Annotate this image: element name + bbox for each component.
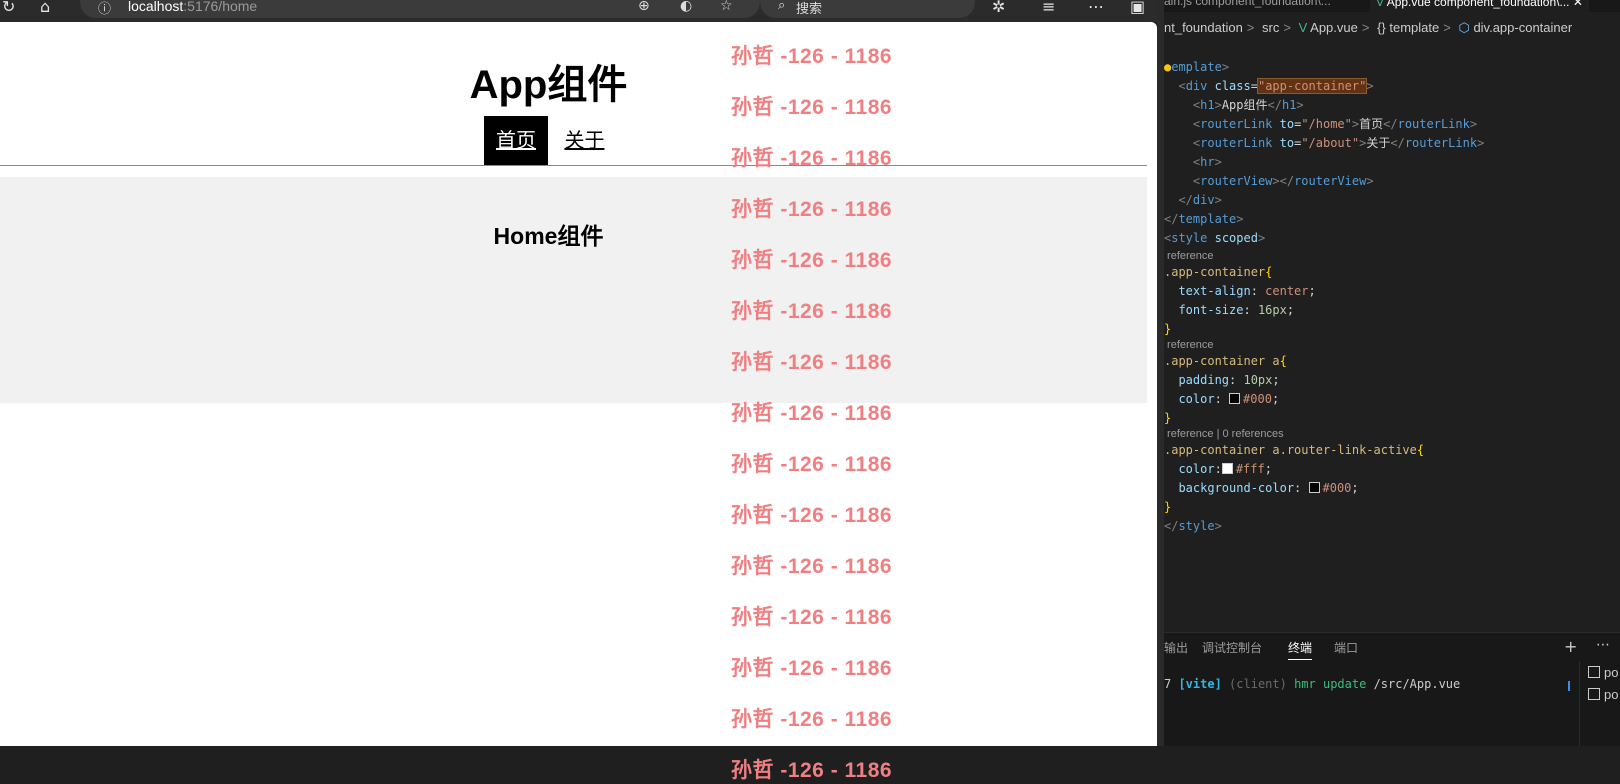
terminal-icon <box>1588 688 1600 700</box>
codelens-references[interactable]: reference <box>1164 338 1213 352</box>
code-line: <routerLink to="/home">首页</routerLink> <box>1192 117 1478 131</box>
favorites-bar-icon[interactable]: ≡ <box>1042 0 1055 15</box>
refresh-icon[interactable]: ↻ <box>2 0 15 15</box>
search-box[interactable]: ⌕ 搜索 <box>760 0 975 18</box>
watermark-text: 孙哲 -126 - 1186 <box>731 759 893 782</box>
code-line: </div> <box>1178 193 1222 207</box>
nav-link-home[interactable]: 首页 <box>484 116 548 166</box>
color-swatch[interactable] <box>1229 393 1241 404</box>
extensions-icon[interactable]: ✲ <box>992 0 1005 15</box>
code-line: background-color: #000; <box>1178 481 1359 495</box>
home-component: Home组件 <box>0 177 1147 403</box>
add-terminal-icon[interactable]: + <box>1564 637 1577 656</box>
code-line: .app-container a{ <box>1164 354 1287 368</box>
zoom-icon[interactable]: ⊕ <box>638 0 650 14</box>
code-line: color: #fff; <box>1178 462 1272 476</box>
code-line: padding: 10px; <box>1178 373 1280 387</box>
breadcrumb-item[interactable]: div.app-container <box>1473 20 1572 35</box>
edge-icon[interactable]: ◐ <box>680 0 692 14</box>
code-line: .app-container a.router-link-active{ <box>1164 443 1425 457</box>
code-line: color: #000; <box>1178 392 1280 406</box>
code-line: <style scoped> <box>1164 231 1266 245</box>
code-line: <routerLink to="/about">关于</routerLink> <box>1192 136 1485 150</box>
code-line: </style> <box>1164 519 1222 533</box>
nav-link-about[interactable]: 关于 <box>552 116 616 166</box>
tab-app-vue[interactable]: V App.vue component_foundation\... ✕ <box>1370 0 1589 13</box>
tab-debug-console[interactable]: 调试控制台 <box>1202 639 1262 656</box>
code-editor: ain.js component_foundation\... V App.vu… <box>1164 0 1620 746</box>
codelens-references[interactable]: reference <box>1164 249 1213 263</box>
terminal-scroll-indicator <box>1568 681 1570 691</box>
address-bar[interactable]: ⓘ localhost:5176/home ⊕ ◐ ☆ <box>80 0 760 18</box>
favorite-icon[interactable]: ☆ <box>720 0 733 14</box>
code-line: ●emplate> <box>1164 60 1230 74</box>
breadcrumb-item[interactable]: {} template <box>1377 20 1439 35</box>
code-line: .app-container{ <box>1164 265 1273 279</box>
terminal-list-item[interactable]: po <box>1588 665 1618 680</box>
app-nav: 首页 关于 <box>484 116 616 166</box>
color-swatch[interactable] <box>1308 482 1320 493</box>
code-line: </template> <box>1164 212 1244 226</box>
tab-output[interactable]: 输出 <box>1164 639 1188 656</box>
url-text: localhost:5176/home <box>128 0 258 14</box>
window-splitter[interactable] <box>1157 0 1164 746</box>
tab-main-js[interactable]: ain.js component_foundation\... <box>1164 0 1331 12</box>
browser-toolbar: ↻ ⌂ ⓘ localhost:5176/home ⊕ ◐ ☆ ⌕ 搜索 ✲ ≡… <box>0 0 1160 22</box>
web-page: App组件 首页 关于 Home组件 <box>0 22 1157 746</box>
tab-ports[interactable]: 端口 <box>1334 639 1358 656</box>
code-line: <h1>App组件</h1> <box>1192 98 1304 112</box>
code-line: font-size: 16px; <box>1178 303 1295 317</box>
home-icon[interactable]: ⌂ <box>40 0 50 15</box>
divider <box>0 165 1147 166</box>
code-line: <routerView></routerView> <box>1192 174 1374 188</box>
more-icon[interactable]: ⋯ <box>1596 637 1610 653</box>
code-line: } <box>1164 411 1172 425</box>
code-line: } <box>1164 500 1172 514</box>
terminal-icon <box>1588 666 1600 678</box>
breadcrumb-item[interactable]: src <box>1262 20 1279 35</box>
close-icon[interactable]: ✕ <box>1573 0 1583 9</box>
info-icon[interactable]: ⓘ <box>98 0 111 17</box>
code-line: <div class="app-container"> <box>1178 78 1374 94</box>
home-title: Home组件 <box>493 223 604 249</box>
terminal-list-item[interactable]: po <box>1588 687 1618 702</box>
breadcrumb-item[interactable]: App.vue <box>1310 20 1358 35</box>
editor-tabbar: ain.js component_foundation\... V App.vu… <box>1164 0 1620 13</box>
search-icon: ⌕ <box>778 0 786 13</box>
codelens-references[interactable]: reference | 0 references <box>1164 427 1284 441</box>
color-swatch[interactable] <box>1221 463 1233 474</box>
terminal-list: po po <box>1579 661 1620 746</box>
app-title: App组件 <box>469 63 628 107</box>
search-placeholder: 搜索 <box>796 1 823 16</box>
breadcrumb-item[interactable]: nt_foundation <box>1164 20 1243 35</box>
vue-icon: V <box>1298 20 1308 35</box>
terminal-output: 7 [vite] (client) hmr update /src/App.vu… <box>1164 677 1461 691</box>
sidebar-icon[interactable]: ▣ <box>1130 0 1145 15</box>
breadcrumb: nt_foundation > src > V App.vue > {} templa… <box>1164 20 1573 35</box>
cube-icon: ⬡ <box>1458 20 1470 35</box>
code-line: <hr> <box>1192 155 1222 169</box>
bottom-panel: 输出 调试控制台 终端 端口 + ⋯ 7 [vite] (client) hmr… <box>1164 632 1620 746</box>
code-line: } <box>1164 322 1172 336</box>
tab-terminal[interactable]: 终端 <box>1288 639 1313 660</box>
more-icon[interactable]: ⋯ <box>1088 0 1104 15</box>
code-line: text-align: center; <box>1178 284 1316 298</box>
